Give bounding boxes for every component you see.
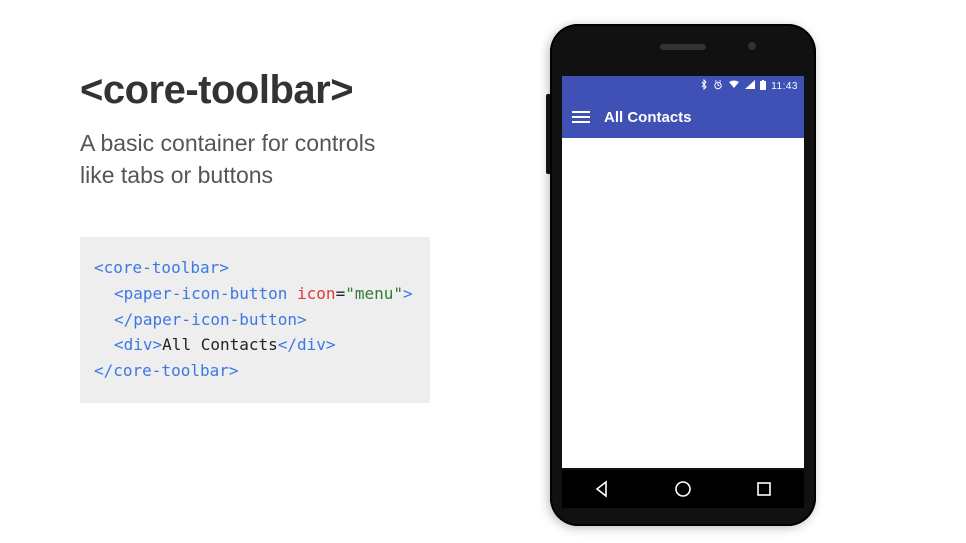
- subtitle-line-2: like tabs or buttons: [80, 162, 273, 188]
- speaker-grille: [660, 44, 706, 50]
- alarm-icon: [713, 80, 723, 93]
- code-line-4: <div>All Contacts</div>: [94, 332, 416, 358]
- code-block: <core-toolbar> <paper-icon-button icon="…: [80, 237, 430, 403]
- code-line-2: <paper-icon-button icon="menu">: [94, 281, 416, 307]
- code-line-5: </core-toolbar>: [94, 361, 239, 380]
- menu-icon[interactable]: [572, 111, 590, 123]
- recent-apps-button[interactable]: [754, 479, 774, 499]
- home-button[interactable]: [673, 479, 693, 499]
- status-bar: 11:43: [562, 76, 804, 96]
- phone-frame: 11:43 All Contacts: [550, 24, 816, 526]
- code-line-1: <core-toolbar>: [94, 258, 229, 277]
- front-camera: [748, 42, 756, 50]
- phone-screen: 11:43 All Contacts: [562, 76, 804, 468]
- status-clock: 11:43: [771, 81, 798, 92]
- code-line-3: </paper-icon-button>: [94, 307, 416, 333]
- page-title: <core-toolbar>: [80, 68, 480, 113]
- battery-icon: [760, 80, 766, 93]
- left-column: <core-toolbar> A basic container for con…: [80, 68, 480, 403]
- toolbar-title: All Contacts: [604, 109, 692, 126]
- subtitle: A basic container for controls like tabs…: [80, 127, 480, 191]
- wifi-icon: [728, 80, 740, 92]
- back-button[interactable]: [592, 479, 612, 499]
- slide: <core-toolbar> A basic container for con…: [0, 0, 966, 543]
- cellular-icon: [745, 80, 755, 92]
- bluetooth-icon: [700, 79, 708, 93]
- app-content-area: [562, 138, 804, 468]
- android-nav-bar: [562, 470, 804, 508]
- app-toolbar: All Contacts: [562, 96, 804, 138]
- subtitle-line-1: A basic container for controls: [80, 130, 375, 156]
